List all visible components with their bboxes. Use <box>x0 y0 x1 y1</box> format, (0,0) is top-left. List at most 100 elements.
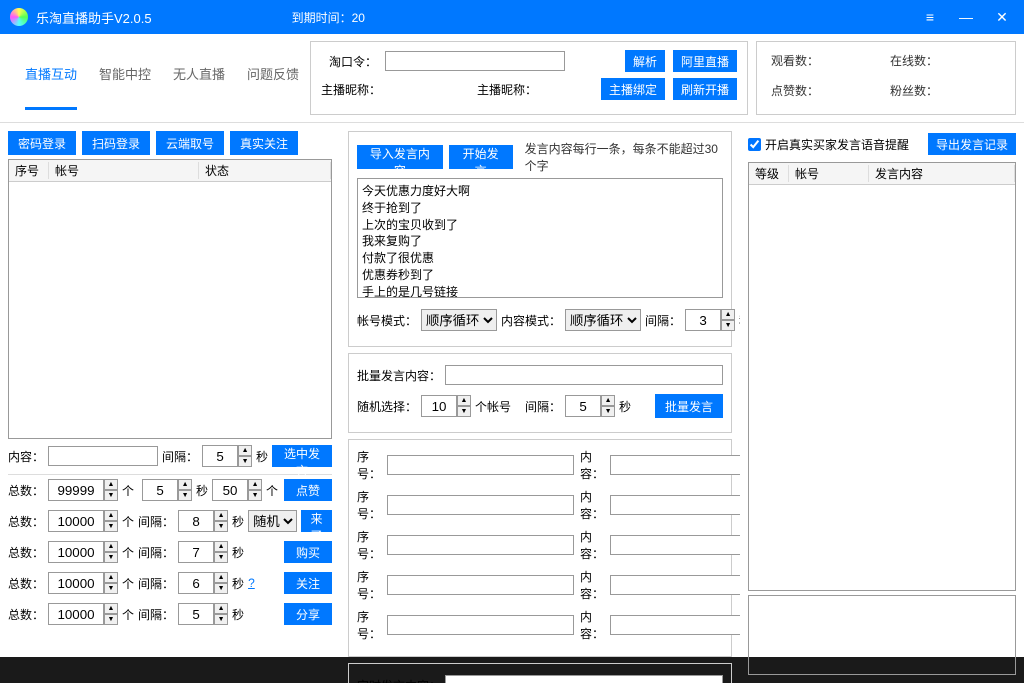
mode-select[interactable]: 随机 <box>248 510 297 532</box>
scan-login-button[interactable]: 扫码登录 <box>82 131 150 155</box>
spin-up[interactable]: ▲ <box>457 395 471 406</box>
sec-input[interactable] <box>178 510 214 532</box>
content-input-0[interactable] <box>610 455 740 475</box>
content-input-4[interactable] <box>610 615 740 635</box>
sec-label: 秒 <box>232 575 244 592</box>
spin-down[interactable]: ▼ <box>214 552 228 563</box>
start-speak-button[interactable]: 开始发言 <box>449 145 513 169</box>
select-speak-button[interactable]: 选中发言 <box>272 445 332 467</box>
spin-down[interactable]: ▼ <box>104 521 118 532</box>
spin-up[interactable]: ▲ <box>104 541 118 552</box>
content-input[interactable] <box>48 446 158 466</box>
menu-icon[interactable]: ≡ <box>918 5 942 29</box>
spin-up[interactable]: ▲ <box>214 572 228 583</box>
interval-label: 间隔： <box>162 448 198 465</box>
spin-down[interactable]: ▼ <box>238 456 252 467</box>
sec-input[interactable] <box>142 479 178 501</box>
stat-fans: 粉丝数： <box>890 82 1001 104</box>
password-login-button[interactable]: 密码登录 <box>8 131 76 155</box>
sec-input[interactable] <box>178 572 214 594</box>
seq-input-2[interactable] <box>387 535 574 555</box>
th-level: 等级 <box>749 165 789 182</box>
content-interval[interactable] <box>202 445 238 467</box>
content-input-1[interactable] <box>610 495 740 515</box>
help-link[interactable]: ? <box>248 576 255 590</box>
mode-interval[interactable] <box>685 309 721 331</box>
spin-down[interactable]: ▼ <box>248 490 262 501</box>
spin-down[interactable]: ▼ <box>104 583 118 594</box>
spin-down[interactable]: ▼ <box>104 552 118 563</box>
random-interval[interactable] <box>565 395 601 417</box>
action-购买-button[interactable]: 购买 <box>284 541 332 563</box>
voice-remind-input[interactable] <box>748 138 761 151</box>
sec-input[interactable] <box>178 603 214 625</box>
spin-up[interactable]: ▲ <box>721 309 735 320</box>
spin-up[interactable]: ▲ <box>104 572 118 583</box>
total-input[interactable] <box>48 479 104 501</box>
spin-up[interactable]: ▲ <box>104 479 118 490</box>
tab-smart-control[interactable]: 智能中控 <box>99 64 151 110</box>
content-mode-select[interactable]: 顺序循环 <box>565 309 641 331</box>
refresh-live-button[interactable]: 刷新开播 <box>673 78 737 100</box>
total-input[interactable] <box>48 603 104 625</box>
spin-up[interactable]: ▲ <box>238 445 252 456</box>
cloud-fetch-button[interactable]: 云端取号 <box>156 131 224 155</box>
spin-up[interactable]: ▲ <box>601 395 615 406</box>
spin-up[interactable]: ▲ <box>214 541 228 552</box>
spin-down[interactable]: ▼ <box>214 583 228 594</box>
spin-up[interactable]: ▲ <box>104 510 118 521</box>
taokouling-input[interactable] <box>385 51 565 71</box>
seq-input-0[interactable] <box>387 455 574 475</box>
timed-content-input[interactable] <box>445 675 723 683</box>
action-来了-button[interactable]: 来了 <box>301 510 332 532</box>
action-点赞-button[interactable]: 点赞 <box>284 479 332 501</box>
close-icon[interactable]: ✕ <box>990 5 1014 29</box>
real-follow-button[interactable]: 真实关注 <box>230 131 298 155</box>
tab-feedback[interactable]: 问题反馈 <box>247 64 299 110</box>
speak-textarea[interactable] <box>357 178 723 298</box>
batch-content-input[interactable] <box>445 365 723 385</box>
seq-input-1[interactable] <box>387 495 574 515</box>
spin-up[interactable]: ▲ <box>214 510 228 521</box>
voice-remind-checkbox[interactable]: 开启真实买家发言语音提醒 <box>748 136 909 153</box>
unit: 个 <box>122 513 134 530</box>
tab-live-interact[interactable]: 直播互动 <box>25 64 77 110</box>
spin-down[interactable]: ▼ <box>457 406 471 417</box>
seq-input-4[interactable] <box>387 615 574 635</box>
total-input[interactable] <box>48 510 104 532</box>
import-speak-button[interactable]: 导入发言内容 <box>357 145 443 169</box>
export-log-button[interactable]: 导出发言记录 <box>928 133 1016 155</box>
extra-count[interactable] <box>212 479 248 501</box>
spin-up[interactable]: ▲ <box>248 479 262 490</box>
spin-down[interactable]: ▼ <box>214 614 228 625</box>
tab-unmanned[interactable]: 无人直播 <box>173 64 225 110</box>
content-input-3[interactable] <box>610 575 740 595</box>
total-input[interactable] <box>48 541 104 563</box>
unit: 个 <box>122 575 134 592</box>
action-关注-button[interactable]: 关注 <box>284 572 332 594</box>
spin-down[interactable]: ▼ <box>601 406 615 417</box>
minimize-icon[interactable]: — <box>954 5 978 29</box>
random-count[interactable] <box>421 395 457 417</box>
sec-input[interactable] <box>178 541 214 563</box>
unit: 个 <box>122 544 134 561</box>
content-label: 内容： <box>580 448 604 482</box>
spin-down[interactable]: ▼ <box>721 320 735 331</box>
parse-button[interactable]: 解析 <box>625 50 665 72</box>
spin-up[interactable]: ▲ <box>104 603 118 614</box>
ali-live-button[interactable]: 阿里直播 <box>673 50 737 72</box>
spin-down[interactable]: ▼ <box>214 521 228 532</box>
seq-input-3[interactable] <box>387 575 574 595</box>
log-area[interactable] <box>748 595 1016 675</box>
bind-anchor-button[interactable]: 主播绑定 <box>601 78 665 100</box>
spin-down[interactable]: ▼ <box>104 490 118 501</box>
content-input-2[interactable] <box>610 535 740 555</box>
spin-down[interactable]: ▼ <box>104 614 118 625</box>
acct-mode-select[interactable]: 顺序循环 <box>421 309 497 331</box>
total-input[interactable] <box>48 572 104 594</box>
batch-speak-button[interactable]: 批量发言 <box>655 394 723 418</box>
action-分享-button[interactable]: 分享 <box>284 603 332 625</box>
spin-down[interactable]: ▼ <box>178 490 192 501</box>
spin-up[interactable]: ▲ <box>214 603 228 614</box>
spin-up[interactable]: ▲ <box>178 479 192 490</box>
